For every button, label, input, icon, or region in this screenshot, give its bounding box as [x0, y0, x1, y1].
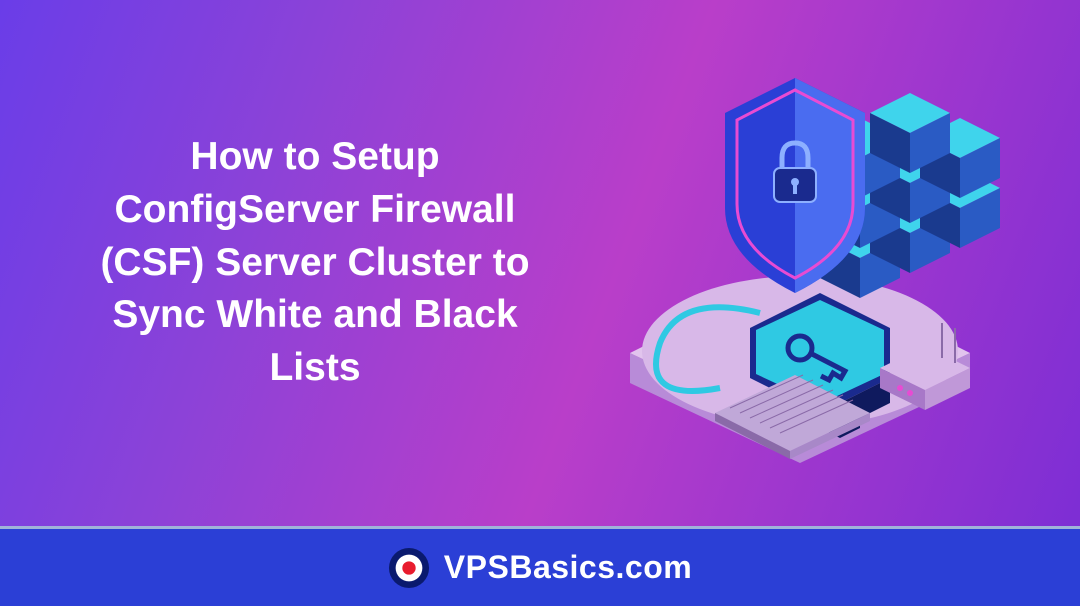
footer-brand-text: VPSBasics.com — [444, 549, 692, 586]
hero-illustration — [560, 0, 1040, 526]
page-title: How to Setup ConfigServer Firewall (CSF)… — [70, 131, 560, 394]
roundel-logo-icon — [388, 547, 430, 589]
footer-brand-bar: VPSBasics.com — [0, 526, 1080, 606]
isometric-scene — [570, 43, 1030, 483]
hero-banner: How to Setup ConfigServer Firewall (CSF)… — [0, 0, 1080, 526]
